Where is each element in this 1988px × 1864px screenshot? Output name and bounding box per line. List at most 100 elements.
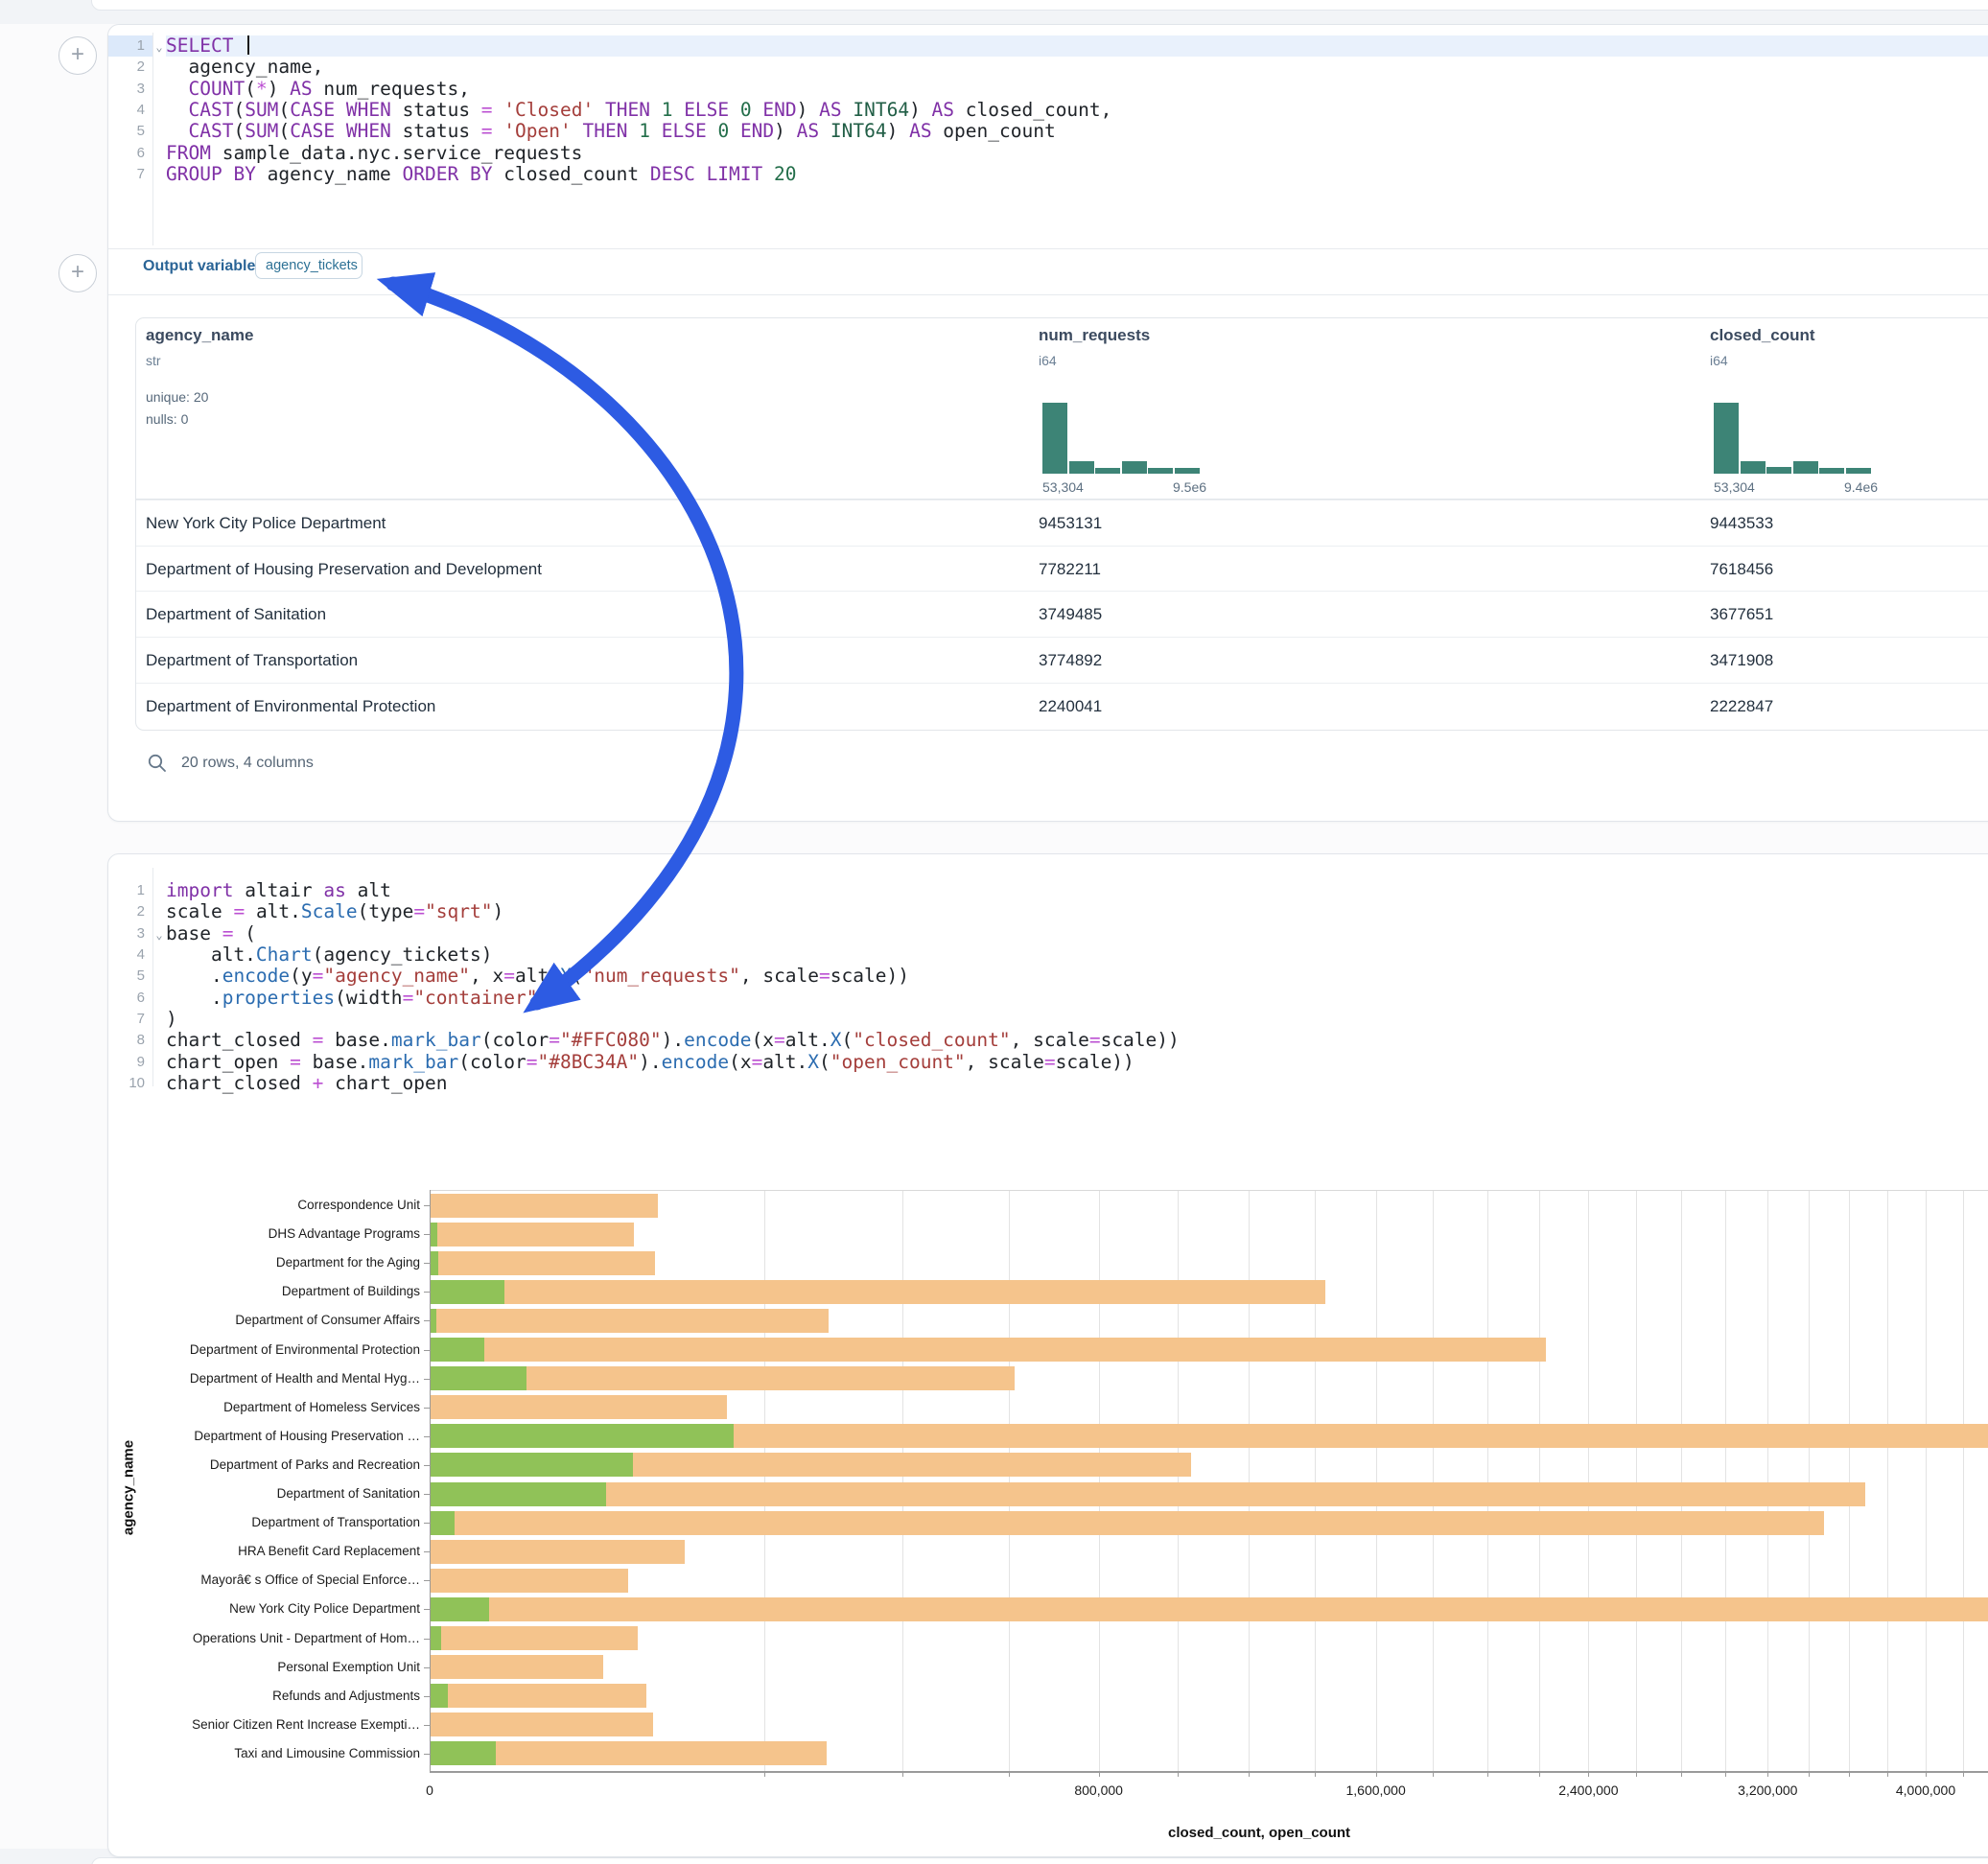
sql-line-6[interactable]: 6 FROM sample_data.nyc.service_requests [108, 143, 1988, 164]
gridline [1315, 1190, 1316, 1771]
gridline [1539, 1190, 1540, 1771]
table-cell: 7618456 [1710, 560, 1773, 579]
x-axis-title: closed_count, open_count [1168, 1825, 1350, 1841]
table-cell: 9443533 [1710, 514, 1773, 533]
histogram-max-label: 9.4e6 [1844, 479, 1878, 495]
histogram-bar [1148, 468, 1173, 474]
bar-closed-count [431, 1280, 1325, 1304]
bar-open-count [431, 1626, 441, 1650]
gridline [1178, 1190, 1179, 1771]
bar-open-count [431, 1223, 437, 1247]
gridline [1249, 1190, 1250, 1771]
histogram-min-label: 53,304 [1042, 479, 1084, 495]
code-text[interactable]: GROUP BY agency_name ORDER BY closed_cou… [166, 164, 1988, 185]
histogram-bar [1766, 467, 1791, 474]
table-row[interactable]: New York City Police Department945313194… [136, 500, 1988, 547]
y-axis-label: Department of Health and Mental Hyg… [127, 1371, 420, 1386]
table-footer-text: 20 rows, 4 columns [181, 755, 314, 772]
histogram-bar [1069, 461, 1094, 474]
y-axis-label: Correspondence Unit [127, 1198, 420, 1212]
code-text[interactable]: COUNT(*) AS num_requests, [166, 79, 1988, 100]
table-row[interactable]: Department of Sanitation37494853677651 [136, 591, 1988, 638]
column-header-agency_name[interactable]: agency_name [146, 326, 253, 345]
bar-closed-count [431, 1713, 653, 1736]
table-row[interactable]: Department of Transportation377489234719… [136, 637, 1988, 684]
gridline [1636, 1190, 1637, 1771]
table-row[interactable]: Department of Housing Preservation and D… [136, 546, 1988, 593]
x-axis-tick-label: 2,400,000 [1558, 1782, 1618, 1798]
histogram-bar [1095, 468, 1120, 474]
previous-cell-edge [91, 0, 1988, 11]
code-text[interactable]: CAST(SUM(CASE WHEN status = 'Closed' THE… [166, 100, 1988, 121]
y-axis-label: Department of Transportation [127, 1515, 420, 1529]
fold-chevron-icon[interactable]: ⌄ [152, 35, 166, 57]
sql-line-7[interactable]: 7 GROUP BY agency_name ORDER BY closed_co… [108, 164, 1988, 185]
line-number: 6 [108, 143, 152, 164]
code-text[interactable]: agency_name, [166, 57, 1988, 78]
plot-top-border [430, 1190, 1988, 1191]
sql-line-5[interactable]: 5 CAST(SUM(CASE WHEN status = 'Open' THE… [108, 121, 1988, 142]
bar-open-count [431, 1424, 734, 1448]
gridline [1099, 1190, 1100, 1771]
gridline [1376, 1190, 1377, 1771]
bar-open-count [431, 1482, 606, 1506]
table-cell: 3677651 [1710, 605, 1773, 624]
bar-closed-count [431, 1194, 658, 1218]
gridline [1926, 1190, 1927, 1771]
y-axis-label: Department of Consumer Affairs [127, 1313, 420, 1327]
histogram-bar [1819, 468, 1844, 474]
x-axis-tick-label: 4,000,000 [1896, 1782, 1955, 1798]
bar-closed-count [431, 1338, 1546, 1362]
next-cell-edge [91, 1857, 1988, 1864]
line-number: 1 [108, 35, 152, 57]
gridline [902, 1190, 903, 1771]
line-number: 5 [108, 121, 152, 142]
bar-open-count [431, 1251, 438, 1275]
add-cell-button-middle[interactable]: + [58, 254, 97, 292]
output-variable-chip[interactable]: agency_tickets [255, 252, 363, 279]
bar-closed-count [431, 1540, 685, 1564]
column-type: i64 [1039, 353, 1057, 368]
gridline [1963, 1190, 1964, 1771]
code-text[interactable]: CAST(SUM(CASE WHEN status = 'Open' THEN … [166, 121, 1988, 142]
sql-cell-card: 1⌄SELECT 2 agency_name,3 COUNT(*) AS num… [107, 24, 1988, 822]
histogram-bar [1741, 461, 1766, 474]
line-number: 7 [108, 164, 152, 185]
add-cell-button-top[interactable]: + [58, 36, 97, 75]
sql-line-3[interactable]: 3 COUNT(*) AS num_requests, [108, 79, 1988, 100]
fold-spacer [152, 143, 166, 164]
table-row[interactable]: Department of Environmental Protection22… [136, 683, 1988, 730]
column-header-num_requests[interactable]: num_requests [1039, 326, 1150, 345]
bar-closed-count [431, 1223, 634, 1247]
sql-code-editor[interactable]: 1⌄SELECT 2 agency_name,3 COUNT(*) AS num… [108, 35, 1988, 185]
bar-closed-count [431, 1309, 829, 1333]
bar-open-count [431, 1597, 489, 1621]
gridline [1681, 1190, 1682, 1771]
y-axis-label: Department of Housing Preservation … [127, 1429, 420, 1443]
table-cell: 7782211 [1039, 560, 1101, 579]
x-axis-tick-label: 1,600,000 [1345, 1782, 1405, 1798]
search-icon[interactable] [147, 753, 168, 774]
code-text[interactable]: SELECT [166, 35, 1988, 57]
line-number: 2 [108, 57, 152, 78]
code-text[interactable]: FROM sample_data.nyc.service_requests [166, 143, 1988, 164]
y-axis-label: Department of Sanitation [127, 1486, 420, 1501]
y-axis-label: Department of Buildings [127, 1284, 420, 1298]
sql-line-4[interactable]: 4 CAST(SUM(CASE WHEN status = 'Closed' T… [108, 100, 1988, 121]
y-axis-line [430, 1190, 431, 1771]
y-axis-title: agency_name [121, 1434, 137, 1540]
sql-line-1[interactable]: 1⌄SELECT [108, 35, 1988, 57]
y-axis-label: Taxi and Limousine Commission [127, 1746, 420, 1760]
y-axis-label: Personal Exemption Unit [127, 1660, 420, 1674]
histogram-bar [1042, 403, 1067, 474]
gridline [1887, 1190, 1888, 1771]
sql-output-divider [108, 248, 1988, 249]
column-stat: unique: 20 [146, 389, 208, 405]
gridline [1809, 1190, 1810, 1771]
y-axis-label: New York City Police Department [127, 1601, 420, 1616]
gridline [1433, 1190, 1434, 1771]
table-footer: 20 rows, 4 columns [147, 748, 314, 779]
bar-closed-count [431, 1684, 646, 1708]
column-header-closed_count[interactable]: closed_count [1710, 326, 1815, 345]
sql-line-2[interactable]: 2 agency_name, [108, 57, 1988, 78]
